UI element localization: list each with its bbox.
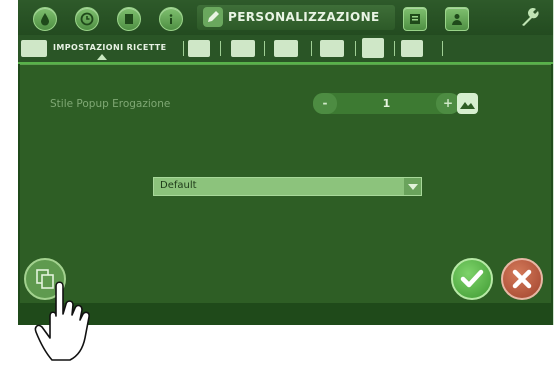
wrench-icon[interactable] — [517, 6, 541, 28]
image-icon[interactable] — [231, 40, 255, 57]
subtab-active-label[interactable]: IMPOSTAZIONI RICETTE — [53, 43, 166, 52]
select-value: Default — [160, 180, 197, 191]
popup-style-stepper: - 1 + — [313, 93, 460, 114]
active-caret-icon — [97, 54, 107, 60]
tab-personalizzazione[interactable]: PERSONALIZZAZIONE — [197, 5, 395, 30]
recipe-book-icon[interactable] — [21, 40, 47, 57]
user-icon[interactable] — [445, 7, 469, 31]
device-screen: PERSONALIZZAZIONE IMPOSTAZIONI RICETTE S… — [18, 0, 554, 325]
cup-icon[interactable] — [362, 38, 384, 58]
divider — [264, 41, 265, 56]
tab-title: PERSONALIZZAZIONE — [228, 10, 380, 24]
settings-panel: Stile Popup Erogazione - 1 + Default — [20, 64, 551, 303]
palette-icon[interactable] — [401, 40, 423, 57]
divider — [183, 41, 184, 56]
stepper-value: 1 — [382, 97, 391, 110]
decrement-button[interactable]: - — [313, 93, 337, 114]
clock-icon[interactable] — [75, 7, 99, 31]
sub-tab-bar: IMPOSTAZIONI RICETTE — [18, 35, 553, 64]
divider — [355, 41, 356, 56]
pointer-hand-icon — [34, 281, 90, 361]
check-icon — [460, 269, 484, 288]
book-open-icon[interactable] — [188, 40, 210, 57]
preview-image-button[interactable] — [457, 93, 478, 114]
drop-icon[interactable] — [33, 7, 57, 31]
book-icon[interactable] — [403, 7, 427, 31]
chevron-down-icon[interactable] — [404, 178, 421, 195]
frame-icon[interactable] — [274, 40, 298, 57]
top-nav-bar: PERSONALIZZAZIONE — [18, 0, 553, 35]
divider — [311, 41, 312, 56]
machine-icon[interactable] — [117, 7, 141, 31]
divider — [442, 41, 443, 56]
divider — [220, 41, 221, 56]
style-select[interactable]: Default — [153, 177, 422, 196]
speaker-icon[interactable] — [320, 40, 344, 57]
divider — [394, 41, 395, 56]
close-icon — [512, 269, 532, 289]
setting-label: Stile Popup Erogazione — [50, 98, 171, 110]
confirm-button[interactable] — [451, 258, 493, 300]
info-icon[interactable] — [159, 7, 183, 31]
pen-icon — [203, 7, 223, 27]
cancel-button[interactable] — [501, 258, 543, 300]
